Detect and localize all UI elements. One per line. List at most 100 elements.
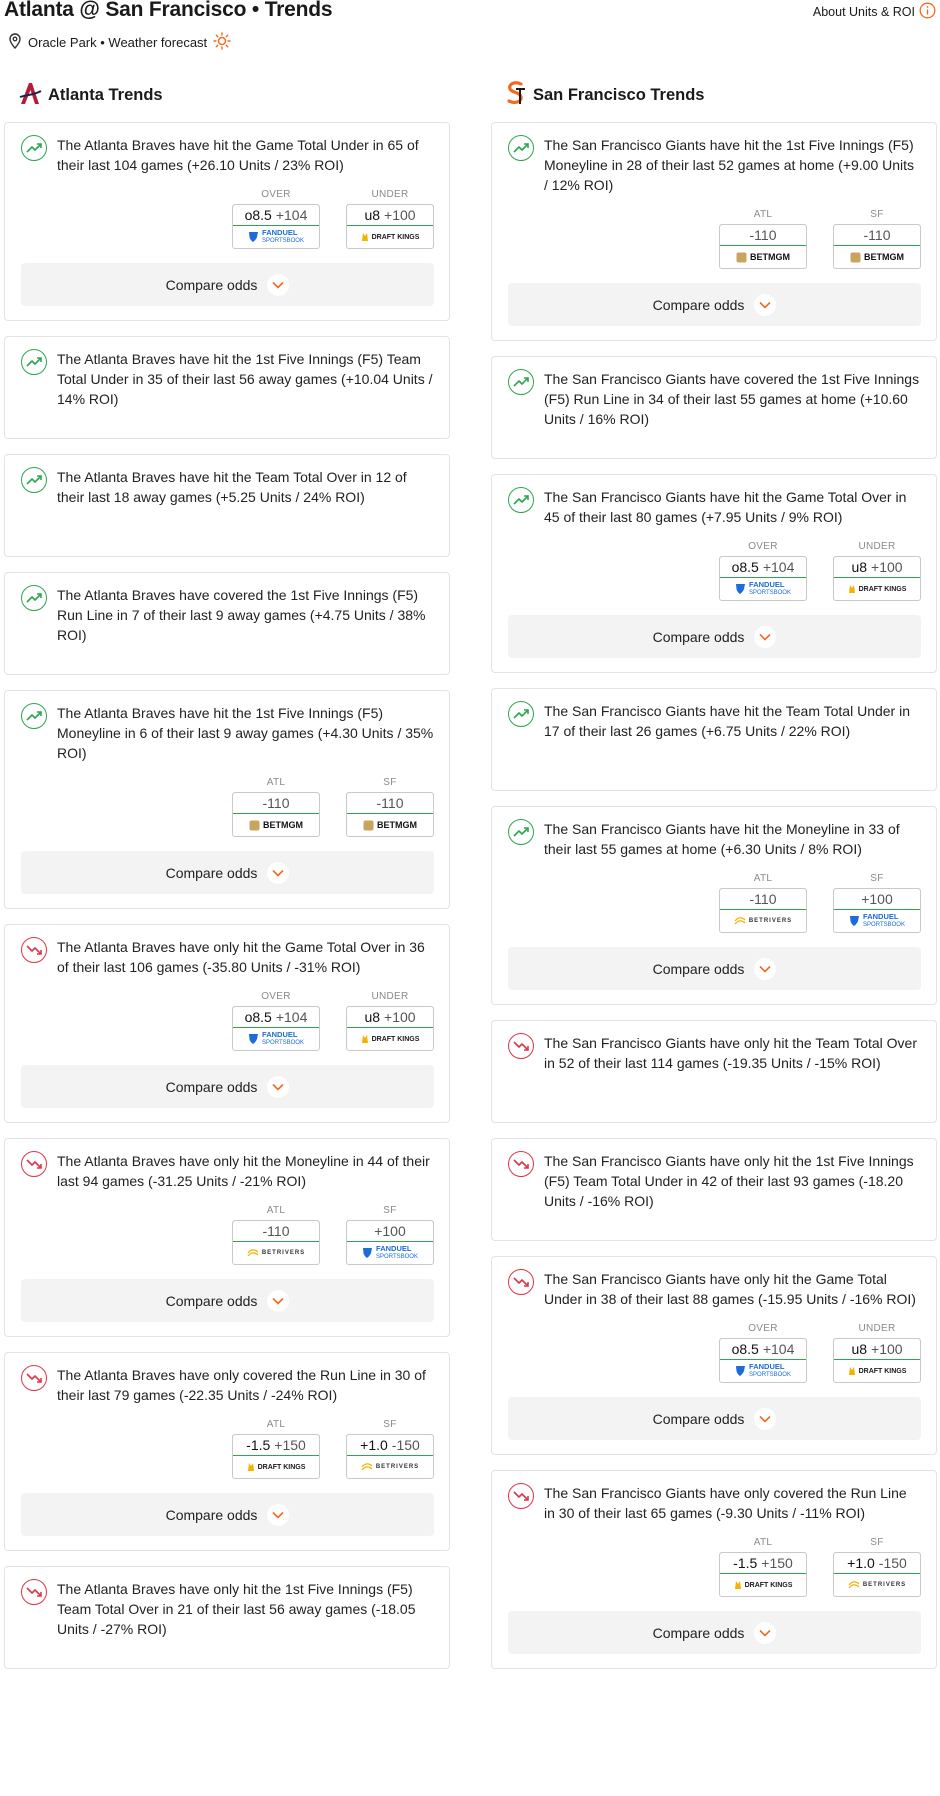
trend-card: The Atlanta Braves have covered the 1st … (4, 572, 450, 675)
betrivers-logo: BETRIVERS (834, 1574, 920, 1596)
trend-card: The Atlanta Braves have only hit the Mon… (4, 1138, 450, 1337)
compare-odds-button[interactable]: Compare odds (21, 1065, 434, 1108)
odds-button[interactable]: o8.5 +104 FANDUEL SPORTSBOOK (232, 204, 320, 249)
venue-weather-link[interactable]: Oracle Park • Weather forecast (28, 35, 207, 50)
compare-odds-button[interactable]: Compare odds (508, 1611, 921, 1654)
trend-description: The San Francisco Giants have only hit t… (544, 1271, 916, 1307)
odds-option: SF +1.0 -150 BETRIVERS (346, 1419, 434, 1479)
odds-button[interactable]: +1.0 -150 BETRIVERS (346, 1434, 434, 1479)
betrivers-logo: BETRIVERS (233, 1242, 319, 1264)
compare-odds-button[interactable]: Compare odds (508, 283, 921, 326)
compare-odds-button[interactable]: Compare odds (21, 851, 434, 894)
odds-line: o8.5 (244, 207, 272, 223)
odds-button[interactable]: u8 +100 DRAFT KINGS (833, 556, 921, 601)
odds-row: ATL -1.5 +150 DRAFT KINGS SF +1.0 -150 BETRIVER… (508, 1537, 921, 1597)
odds-label: ATL (266, 1419, 286, 1430)
odds-price: -110 (749, 891, 777, 907)
trend-description: The Atlanta Braves have hit the 1st Five… (57, 705, 434, 761)
odds-button[interactable]: u8 +100 DRAFT KINGS (346, 1006, 434, 1051)
odds-button[interactable]: +100 FANDUEL SPORTSBOOK (346, 1220, 434, 1265)
trend-card: The San Francisco Giants have only cover… (491, 1470, 937, 1669)
chevron-down-icon (267, 1075, 290, 1098)
fanduel-logo: FANDUEL SPORTSBOOK (347, 1242, 433, 1264)
odds-option: ATL -1.5 +150 DRAFT KINGS (232, 1419, 320, 1479)
odds-row: ATL -110 BETRIVERS SF +100 FANDUEL SPORTSBOOK (21, 1205, 434, 1265)
draftkings-logo: DRAFT KINGS (347, 1028, 433, 1050)
odds-line: -1.5 (733, 1555, 758, 1571)
trend-description: The Atlanta Braves have only hit the Gam… (57, 939, 425, 975)
odds-label: SF (870, 209, 884, 220)
trending-down-icon (21, 937, 47, 963)
odds-line: u8 (851, 1341, 868, 1357)
odds-option: OVER o8.5 +104 FANDUEL SPORTSBOOK (232, 991, 320, 1051)
odds-row: ATL -110 BETMGM SF -110 BETMGM (21, 777, 434, 837)
sun-icon (213, 32, 231, 53)
compare-odds-label: Compare odds (165, 276, 258, 293)
odds-row: OVER o8.5 +104 FANDUEL SPORTSBOOK UNDER u8 +100… (21, 991, 434, 1051)
betmgm-logo: BETMGM (347, 814, 433, 836)
odds-button[interactable]: -110 BETMGM (833, 224, 921, 269)
odds-button[interactable]: -1.5 +150 DRAFT KINGS (719, 1552, 807, 1597)
betmgm-logo: BETMGM (720, 246, 806, 268)
trending-down-icon (21, 1151, 47, 1177)
odds-button[interactable]: u8 +100 DRAFT KINGS (833, 1338, 921, 1383)
odds-button[interactable]: -110 BETMGM (719, 224, 807, 269)
trend-card: The Atlanta Braves have hit the Team Tot… (4, 454, 450, 557)
odds-option: ATL -110 BETRIVERS (232, 1205, 320, 1265)
odds-button[interactable]: o8.5 +104 FANDUEL SPORTSBOOK (232, 1006, 320, 1051)
trend-card: The San Francisco Giants have hit the 1s… (491, 122, 937, 341)
odds-button[interactable]: o8.5 +104 FANDUEL SPORTSBOOK (719, 556, 807, 601)
odds-button[interactable]: +1.0 -150 BETRIVERS (833, 1552, 921, 1597)
fanduel-logo: FANDUEL SPORTSBOOK (720, 578, 806, 600)
odds-option: UNDER u8 +100 DRAFT KINGS (833, 1323, 921, 1383)
draftkings-logo: DRAFT KINGS (720, 1574, 806, 1596)
odds-button[interactable]: -1.5 +150 DRAFT KINGS (232, 1434, 320, 1479)
draftkings-logo: DRAFT KINGS (233, 1456, 319, 1478)
san-francisco-trends-column: San Francisco Trends The San Francisco Gi… (491, 80, 937, 1684)
trending-up-icon (21, 349, 47, 375)
compare-odds-button[interactable]: Compare odds (21, 263, 434, 306)
compare-odds-button[interactable]: Compare odds (508, 1397, 921, 1440)
betmgm-logo: BETMGM (233, 814, 319, 836)
trending-up-icon (508, 819, 534, 845)
odds-button[interactable]: -110 BETRIVERS (232, 1220, 320, 1265)
compare-odds-label: Compare odds (652, 628, 745, 645)
odds-price: +100 (871, 559, 903, 575)
odds-label: OVER (261, 991, 291, 1002)
betrivers-logo: BETRIVERS (347, 1456, 433, 1478)
betrivers-logo: BETRIVERS (720, 910, 806, 932)
odds-button[interactable]: -110 BETMGM (232, 792, 320, 837)
chevron-down-icon (267, 861, 290, 884)
compare-odds-button[interactable]: Compare odds (508, 615, 921, 658)
trend-card: The San Francisco Giants have only hit t… (491, 1138, 937, 1241)
compare-odds-button[interactable]: Compare odds (508, 947, 921, 990)
trend-description: The San Francisco Giants have covered th… (544, 371, 920, 427)
compare-odds-button[interactable]: Compare odds (21, 1493, 434, 1536)
odds-button[interactable]: -110 BETMGM (346, 792, 434, 837)
trend-description: The Atlanta Braves have hit the Team Tot… (57, 469, 407, 505)
trending-up-icon (508, 135, 534, 161)
braves-logo-icon (18, 80, 42, 111)
odds-button[interactable]: -110 BETRIVERS (719, 888, 807, 933)
trending-down-icon (508, 1151, 534, 1177)
odds-button[interactable]: o8.5 +104 FANDUEL SPORTSBOOK (719, 1338, 807, 1383)
trend-card: The San Francisco Giants have hit the Te… (491, 688, 937, 791)
odds-option: UNDER u8 +100 DRAFT KINGS (346, 991, 434, 1051)
odds-price: -150 (878, 1555, 907, 1571)
odds-label: SF (870, 1537, 884, 1548)
odds-button[interactable]: u8 +100 DRAFT KINGS (346, 204, 434, 249)
odds-price: +104 (275, 1009, 308, 1025)
odds-row: ATL -1.5 +150 DRAFT KINGS SF +1.0 -150 BETRIVER… (21, 1419, 434, 1479)
about-units-roi-link[interactable]: About Units & ROI (813, 2, 936, 22)
trending-down-icon (508, 1483, 534, 1509)
compare-odds-label: Compare odds (652, 960, 745, 977)
atlanta-trends-heading: Atlanta Trends (4, 80, 450, 110)
odds-line: +1.0 (360, 1437, 388, 1453)
odds-option: OVER o8.5 +104 FANDUEL SPORTSBOOK (232, 189, 320, 249)
odds-row: OVER o8.5 +104 FANDUEL SPORTSBOOK UNDER u8 +100… (508, 1323, 921, 1383)
odds-button[interactable]: +100 FANDUEL SPORTSBOOK (833, 888, 921, 933)
trend-card: The Atlanta Braves have hit the 1st Five… (4, 690, 450, 909)
trending-down-icon (21, 1579, 47, 1605)
odds-row: OVER o8.5 +104 FANDUEL SPORTSBOOK UNDER u8 +100… (21, 189, 434, 249)
compare-odds-button[interactable]: Compare odds (21, 1279, 434, 1322)
